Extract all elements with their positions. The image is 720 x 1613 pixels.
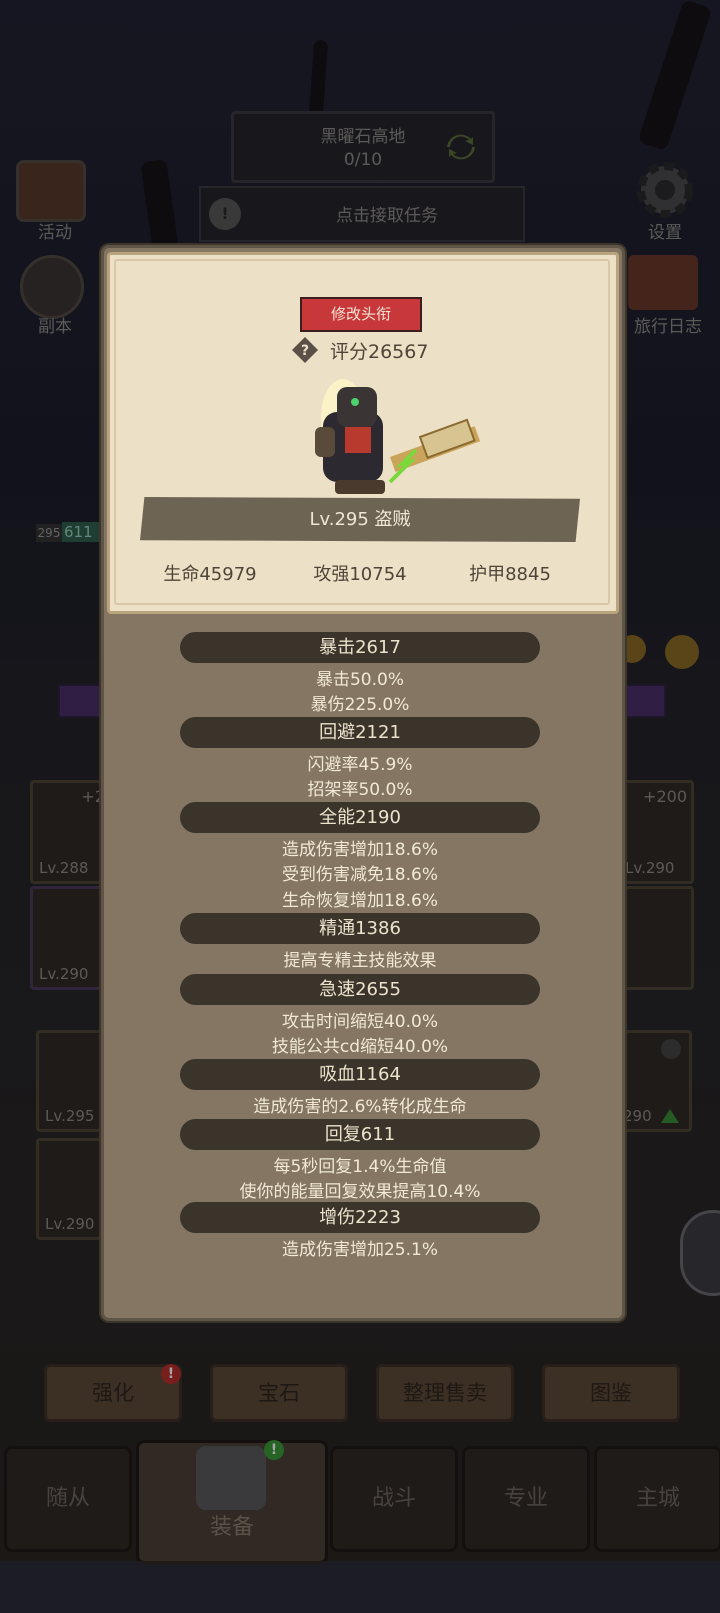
stat-section-header: 全能2190 xyxy=(180,802,540,833)
help-icon[interactable]: ? xyxy=(291,336,319,364)
stat-detail: 提高专精主技能效果 xyxy=(283,951,437,971)
edit-title-button[interactable]: 修改头衔 xyxy=(300,297,422,332)
stat-detail: 暴伤225.0% xyxy=(310,695,410,715)
stat-detail: 攻击时间缩短40.0% xyxy=(281,1012,438,1032)
stat-detail: 暴击50.0% xyxy=(315,670,404,690)
stat-section-header: 增伤2223 xyxy=(180,1202,540,1233)
stat-detail: 每5秒回复1.4%生命值 xyxy=(273,1157,447,1177)
hp-stat: 生命45979 xyxy=(163,564,257,585)
stat-detail: 使你的能量回复效果提高10.4% xyxy=(239,1182,481,1202)
stat-section-header: 回复611 xyxy=(180,1119,540,1150)
stat-section-header: 暴击2617 xyxy=(180,632,540,663)
stat-detail: 造成伤害增加18.6% xyxy=(281,840,438,860)
armor-stat: 护甲8845 xyxy=(469,564,551,585)
stat-detail: 造成伤害的2.6%转化成生命 xyxy=(253,1097,467,1117)
stat-detail: 受到伤害减免18.6% xyxy=(281,865,438,885)
stat-detail: 造成伤害增加25.1% xyxy=(281,1240,438,1260)
level-class-label: Lv.295 盗贼 xyxy=(309,509,411,530)
stat-section-header: 精通1386 xyxy=(180,913,540,944)
stat-detail: 技能公共cd缩短40.0% xyxy=(271,1037,449,1057)
stat-detail: 闪避率45.9% xyxy=(307,755,413,775)
stat-section-header: 吸血1164 xyxy=(180,1059,540,1090)
score-value: 评分26567 xyxy=(330,341,429,363)
svg-text:?: ? xyxy=(301,343,309,359)
attack-power-stat: 攻强10754 xyxy=(313,564,407,585)
stat-detail: 招架率50.0% xyxy=(307,780,413,800)
rogue-character-portrait xyxy=(315,379,481,494)
stat-section-header: 回避2121 xyxy=(180,717,540,748)
stat-detail: 生命恢复增加18.6% xyxy=(281,891,438,911)
stat-section-header: 急速2655 xyxy=(180,974,540,1005)
